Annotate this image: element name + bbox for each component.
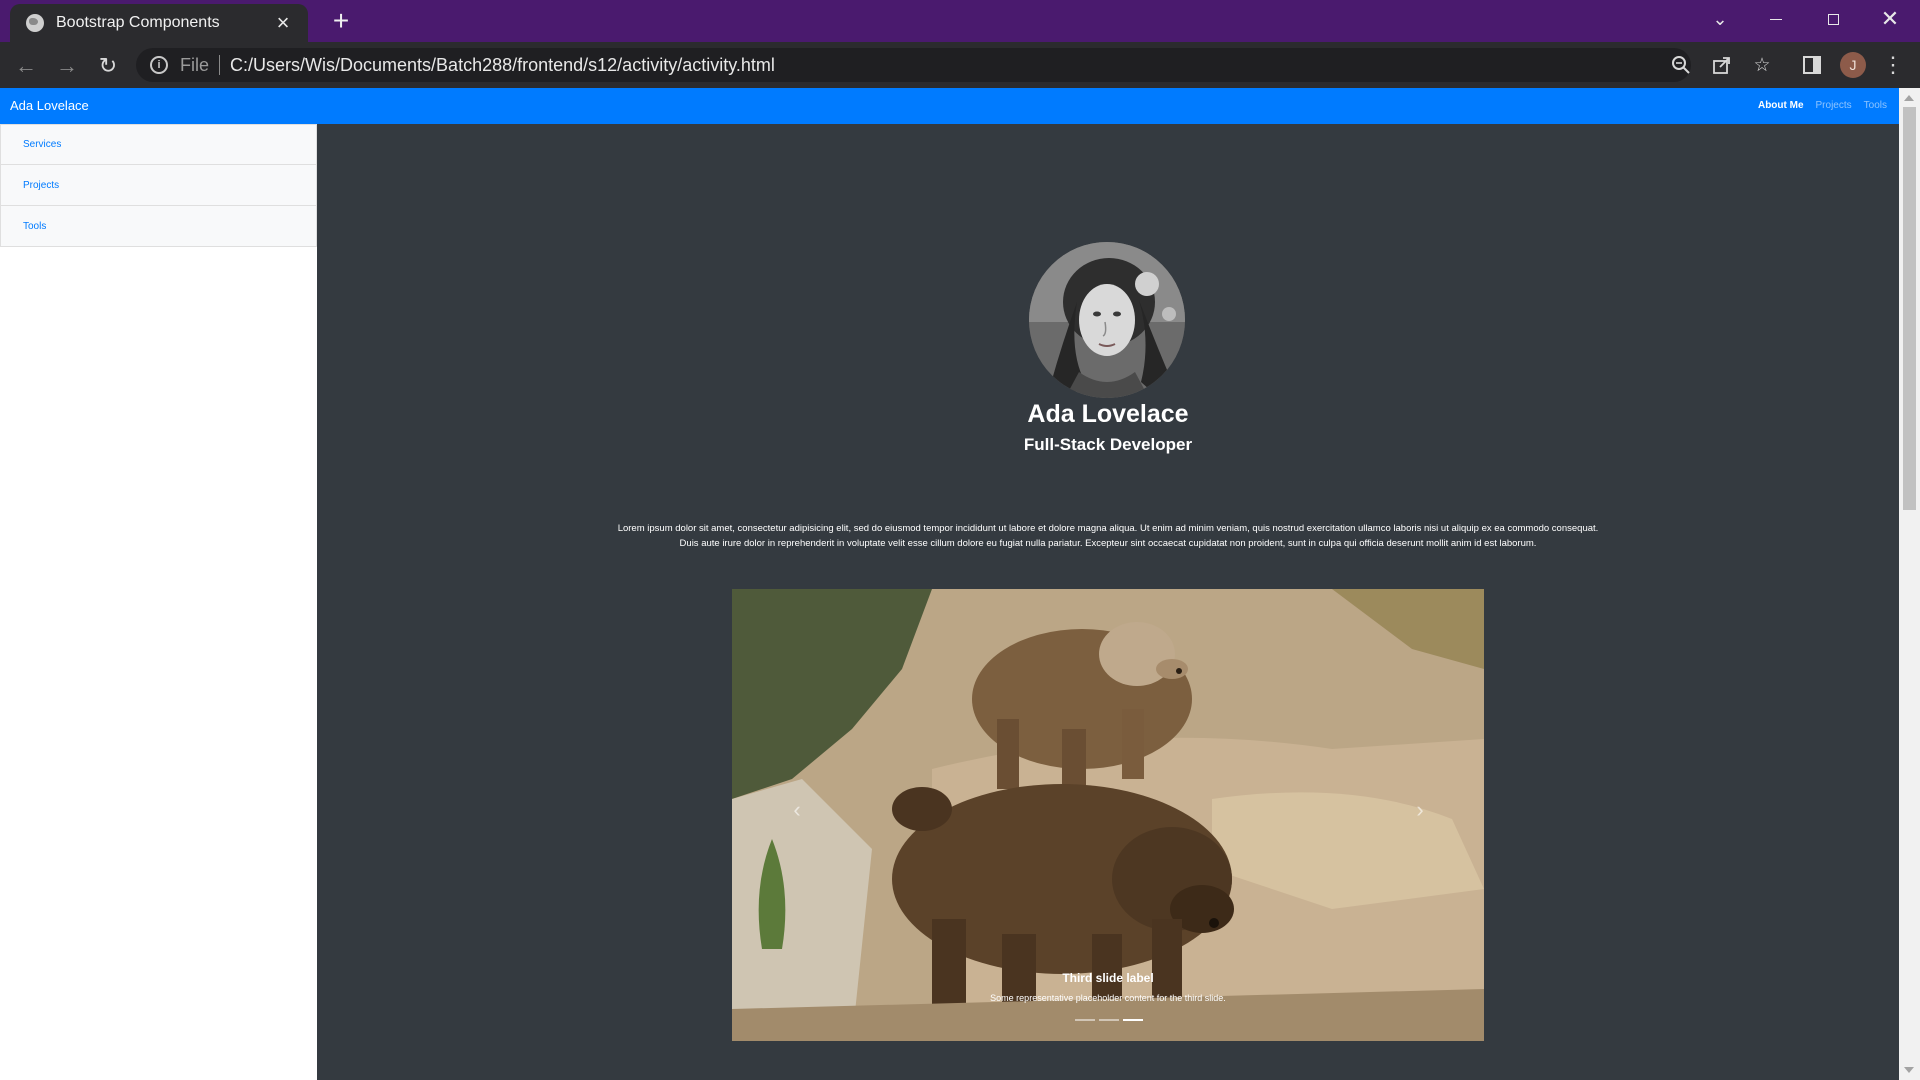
sidebar-item-projects[interactable]: Projects	[0, 165, 317, 206]
tab-title: Bootstrap Components	[56, 14, 220, 31]
carousel-indicator-1[interactable]	[1075, 1019, 1095, 1021]
reload-icon[interactable]: ↻	[92, 50, 124, 82]
carousel-indicators	[1075, 1019, 1143, 1021]
minimize-window-button[interactable]	[1748, 0, 1804, 38]
carousel-caption-text: Some representative placeholder content …	[990, 993, 1226, 1003]
close-window-button[interactable]: ✕	[1862, 0, 1918, 38]
browser-toolbar: ← → ↻ i File C:/Users/Wis/Documents/Batc…	[0, 42, 1920, 88]
profile-name: Ada Lovelace	[1027, 400, 1189, 428]
url-text[interactable]: C:/Users/Wis/Documents/Batch288/frontend…	[230, 55, 775, 76]
image-carousel[interactable]: ‹ › Third slide label Some representativ…	[732, 589, 1484, 1041]
site-info-icon[interactable]: i	[150, 56, 168, 74]
carousel-indicator-2[interactable]	[1099, 1019, 1119, 1021]
navbar-links: About Me Projects Tools	[1758, 100, 1887, 111]
navbar-brand[interactable]: Ada Lovelace	[10, 98, 89, 113]
close-tab-icon[interactable]: ×	[272, 12, 294, 34]
url-separator	[219, 55, 221, 75]
tab-search-chevron-icon[interactable]: ⌄	[1692, 0, 1748, 38]
nav-link-tools[interactable]: Tools	[1864, 100, 1887, 111]
page-scrollbar[interactable]	[1899, 88, 1920, 1080]
forward-arrow-icon[interactable]: →	[51, 50, 83, 82]
sidebar-item-tools[interactable]: Tools	[0, 206, 317, 247]
profile-bio: Lorem ipsum dolor sit amet, consectetur …	[617, 523, 1599, 549]
browser-tab[interactable]: Bootstrap Components ×	[10, 4, 308, 42]
page-viewport: Ada Lovelace About Me Projects Tools Ser…	[0, 88, 1899, 1080]
sidebar-item-services[interactable]: Services	[0, 124, 317, 165]
address-bar[interactable]: i File C:/Users/Wis/Documents/Batch288/f…	[136, 48, 1691, 82]
restore-window-button[interactable]	[1805, 0, 1861, 38]
nav-link-about-me[interactable]: About Me	[1758, 100, 1804, 111]
new-tab-button[interactable]: +	[326, 7, 356, 36]
share-icon[interactable]	[1709, 52, 1735, 78]
globe-icon	[26, 14, 44, 32]
profile-role: Full-Stack Developer	[1023, 435, 1193, 454]
scrollbar-thumb[interactable]	[1903, 107, 1916, 510]
browser-menu-icon[interactable]: ⋮	[1880, 52, 1906, 78]
browser-tab-strip: Bootstrap Components × + ⌄ ✕	[0, 0, 1920, 42]
scroll-down-arrow-icon[interactable]	[1904, 1067, 1914, 1073]
carousel-indicator-3[interactable]	[1123, 1019, 1143, 1021]
back-arrow-icon[interactable]: ←	[10, 50, 42, 82]
profile-photo	[1029, 242, 1185, 398]
top-navbar: Ada Lovelace About Me Projects Tools	[0, 88, 1899, 124]
main-content: Ada Lovelace Full-Stack Developer Lorem …	[317, 124, 1899, 1080]
nav-link-projects[interactable]: Projects	[1816, 100, 1852, 111]
sidebar: Services Projects Tools	[0, 124, 317, 1080]
bookmark-star-icon[interactable]: ☆	[1749, 52, 1775, 78]
url-scheme-label: File	[180, 54, 210, 75]
side-panel-icon[interactable]	[1799, 52, 1825, 78]
profile-avatar[interactable]: J	[1840, 52, 1866, 78]
carousel-next-control[interactable]: ›	[1410, 797, 1430, 827]
carousel-caption-title: Third slide label	[1062, 971, 1154, 985]
carousel-prev-control[interactable]: ‹	[787, 797, 807, 827]
zoom-icon[interactable]	[1668, 52, 1694, 78]
scroll-up-arrow-icon[interactable]	[1904, 95, 1914, 101]
